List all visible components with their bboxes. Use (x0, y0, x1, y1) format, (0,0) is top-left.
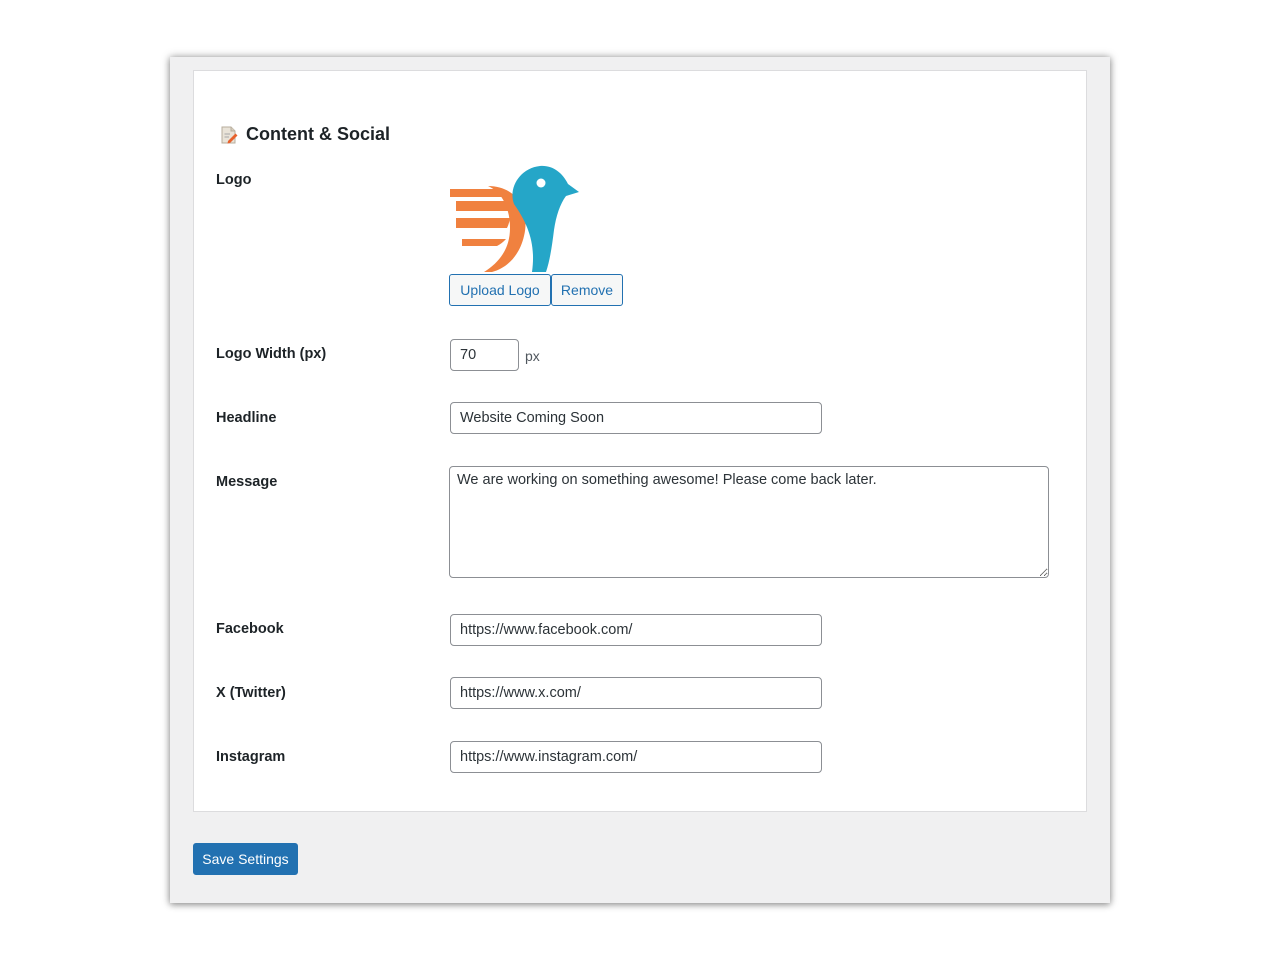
message-label: Message (216, 474, 278, 490)
upload-logo-button[interactable]: Upload Logo (449, 274, 551, 306)
edit-page-icon (220, 125, 238, 145)
logo-label: Logo (216, 172, 252, 188)
twitter-url-input[interactable] (450, 677, 822, 709)
headline-input[interactable] (450, 402, 822, 434)
facebook-label: Facebook (216, 621, 284, 637)
instagram-url-input[interactable] (450, 741, 822, 773)
twitter-label: X (Twitter) (216, 685, 286, 701)
logo-width-unit: px (525, 348, 540, 364)
remove-logo-button[interactable]: Remove (551, 274, 623, 306)
facebook-url-input[interactable] (450, 614, 822, 646)
section-title: Content & Social (220, 124, 390, 145)
save-settings-button[interactable]: Save Settings (193, 843, 298, 875)
instagram-label: Instagram (216, 749, 286, 765)
logo-width-input[interactable] (450, 339, 519, 371)
logo-preview (448, 164, 580, 272)
headline-label: Headline (216, 410, 277, 426)
content-social-panel: Content & Social Logo Upload Logo Remove… (193, 70, 1087, 812)
section-title-text: Content & Social (246, 124, 391, 144)
logo-width-label: Logo Width (px) (216, 346, 327, 362)
settings-screen: Content & Social Logo Upload Logo Remove… (170, 57, 1110, 903)
message-textarea[interactable]: We are working on something awesome! Ple… (449, 466, 1049, 578)
